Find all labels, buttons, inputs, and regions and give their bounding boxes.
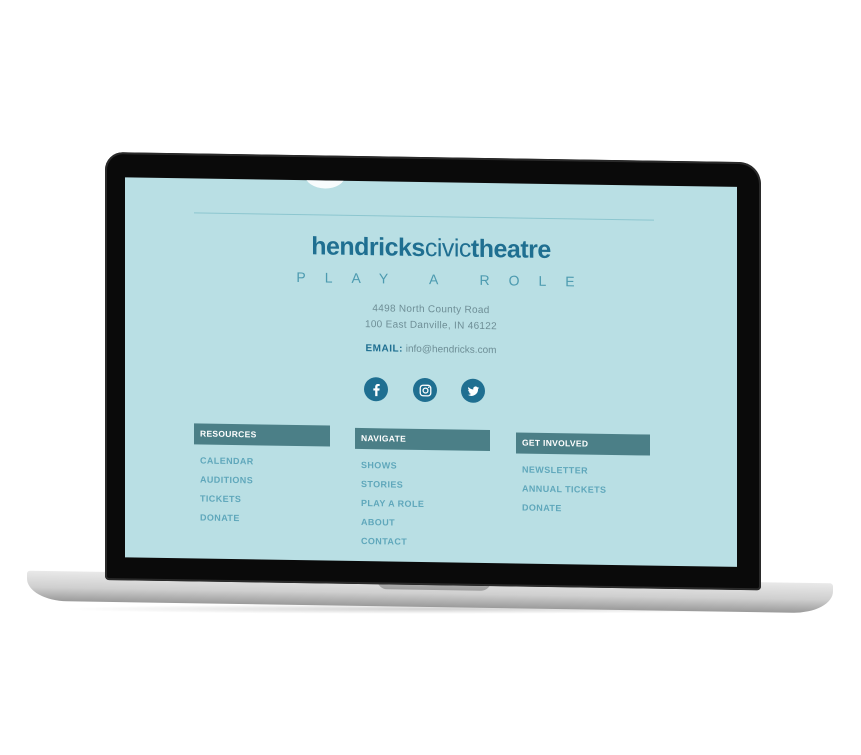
link-contact[interactable]: CONTACT [361, 533, 490, 554]
resources-column: RESOURCES CALENDAR AUDITIONS TICKETS DON… [194, 423, 330, 530]
laptop-screen: hendrickscivictheatre PLAY A ROLE 4498 N… [125, 177, 737, 567]
resources-heading: RESOURCES [194, 423, 330, 447]
laptop-lid: hendrickscivictheatre PLAY A ROLE 4498 N… [105, 152, 761, 591]
get-involved-heading: GET INVOLVED [516, 432, 650, 456]
footer-divider [194, 212, 654, 221]
navigate-column: NAVIGATE SHOWS STORIES PLAY A ROLE ABOUT… [355, 427, 490, 554]
link-auditions[interactable]: AUDITIONS [200, 471, 330, 492]
resources-links: CALENDAR AUDITIONS TICKETS DONATE [194, 452, 330, 530]
link-stories[interactable]: STORIES [361, 476, 490, 497]
partial-logo-arc [305, 177, 345, 189]
get-involved-links: NEWSLETTER ANNUAL TICKETS DONATE [516, 461, 650, 520]
link-shows[interactable]: SHOWS [361, 457, 490, 478]
link-about[interactable]: ABOUT [361, 514, 490, 535]
logo-text-civic: civic [424, 234, 471, 263]
facebook-icon[interactable] [364, 377, 388, 402]
email-link[interactable]: info@hendricks.com [406, 344, 497, 356]
email-row: EMAIL: info@hendricks.com [125, 339, 737, 360]
link-calendar[interactable]: CALENDAR [200, 452, 330, 473]
site-logo[interactable]: hendrickscivictheatre [125, 229, 737, 268]
instagram-icon[interactable] [413, 377, 437, 403]
link-donate-involved[interactable]: DONATE [522, 500, 650, 521]
tagline: PLAY A ROLE [296, 269, 594, 290]
link-play-a-role[interactable]: PLAY A ROLE [361, 495, 490, 516]
twitter-icon[interactable] [461, 378, 485, 403]
navigate-links: SHOWS STORIES PLAY A ROLE ABOUT CONTACT [355, 457, 490, 554]
link-donate[interactable]: DONATE [200, 509, 330, 530]
logo-text-hendricks: hendricks [311, 232, 425, 263]
link-annual-tickets[interactable]: ANNUAL TICKETS [522, 481, 650, 502]
link-tickets[interactable]: TICKETS [200, 490, 330, 511]
logo-text-theatre: theatre [470, 234, 551, 265]
get-involved-column: GET INVOLVED NEWSLETTER ANNUAL TICKETS D… [516, 432, 650, 520]
email-label: EMAIL: [365, 343, 403, 355]
link-newsletter[interactable]: NEWSLETTER [522, 462, 650, 483]
navigate-heading: NAVIGATE [355, 427, 490, 452]
